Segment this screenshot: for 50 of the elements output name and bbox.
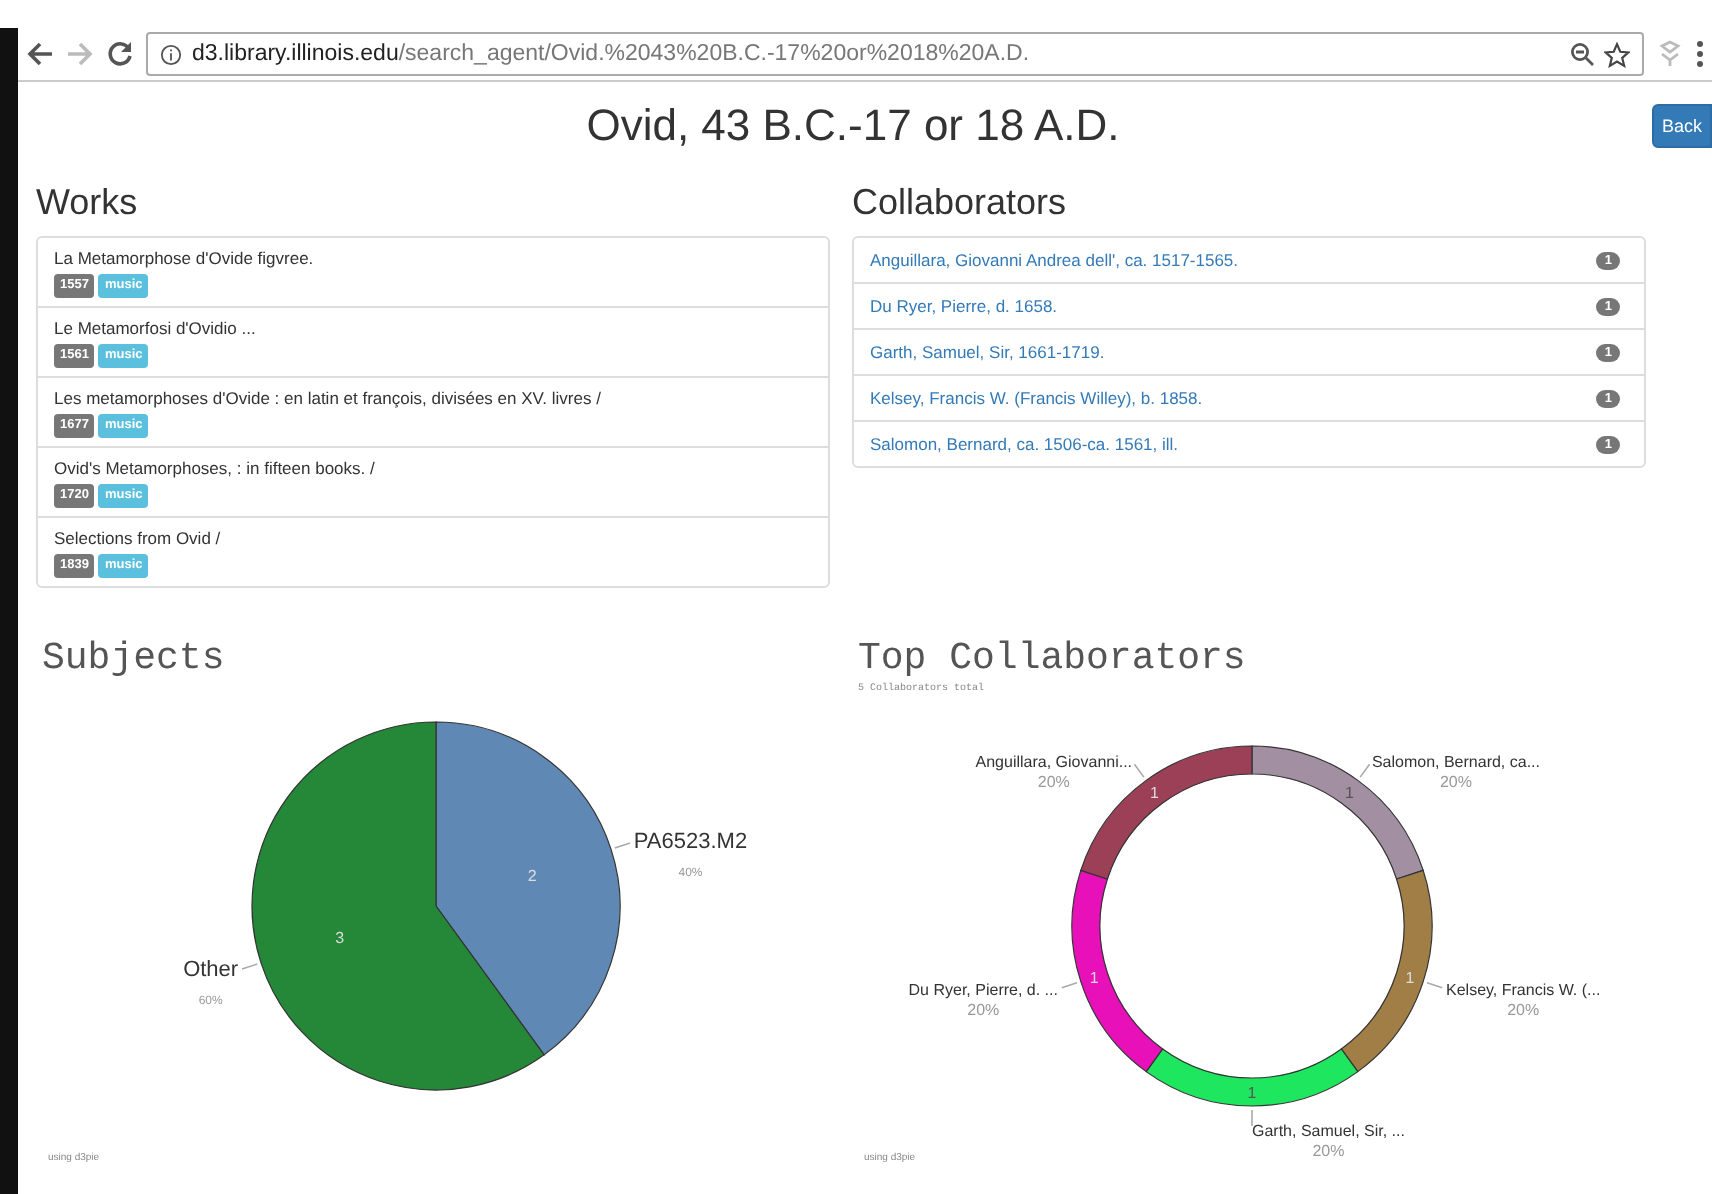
value-label: 1 — [1405, 969, 1415, 988]
slice-label: Salomon, Bernard, ca... — [1371, 752, 1540, 771]
chart-title: Top Collaborators — [858, 636, 1246, 680]
collaborator-link[interactable]: Salomon, Bernard, ca. 1506-ca. 1561, ill. — [870, 434, 1179, 454]
slice-label: Du Ryer, Pierre, d. ... — [908, 981, 1058, 1000]
work-title: Selections from Ovid / — [54, 528, 223, 548]
leader-line — [1359, 763, 1371, 778]
info-icon[interactable] — [160, 43, 182, 65]
percent-label: 20% — [1037, 772, 1070, 791]
chart-title: Subjects — [42, 636, 225, 680]
works-heading: Works — [36, 182, 140, 226]
collaborators-heading: Collaborators — [852, 182, 1069, 226]
work-title: Les metamorphoses d'Ovide : en latin et françois, divisées en XV. livres / — [54, 388, 603, 408]
menu-icon[interactable] — [1696, 40, 1704, 68]
value-label: 1 — [1089, 969, 1099, 988]
star-icon[interactable] — [1604, 41, 1630, 67]
zoom-icon[interactable] — [1570, 42, 1594, 66]
work-title: Ovid's Metamorphoses, : in fifteen books. / — [54, 458, 377, 478]
work-title: La Metamorphose d'Ovide figvree. — [54, 248, 316, 268]
reload-icon[interactable] — [106, 40, 134, 68]
value-label: 3 — [335, 929, 345, 948]
slice-label: Garth, Samuel, Sir, ... — [1252, 1122, 1405, 1140]
collaborator-link[interactable]: Anguillara, Giovanni Andrea dell', ca. 1517-1565. — [870, 250, 1239, 270]
back-arrow-icon[interactable] — [26, 40, 54, 68]
percent-label: 20% — [1507, 1001, 1540, 1020]
work-title: Le Metamorfosi d'Ovidio ... — [54, 318, 258, 338]
collaborator-link[interactable]: Garth, Samuel, Sir, 1661-1719. — [870, 342, 1105, 362]
value-label: 1 — [1247, 1084, 1257, 1102]
leader-line — [1061, 982, 1078, 989]
percent-label: 20% — [967, 1001, 1000, 1020]
leader-line — [241, 963, 258, 970]
leader-line — [1251, 1109, 1253, 1127]
leader-line — [614, 842, 631, 849]
value-label: 2 — [527, 866, 537, 885]
leader-line — [1133, 763, 1145, 778]
collaborator-link[interactable]: Du Ryer, Pierre, d. 1658. — [870, 296, 1058, 316]
page-title: Ovid, 43 B.C.-17 or 18 A.D. — [586, 100, 1120, 152]
collaborator-link[interactable]: Kelsey, Francis W. (Francis Willey), b. 1858. — [870, 388, 1203, 408]
slice-label: PA6523.M2 — [633, 829, 748, 854]
value-label: 1 — [1149, 783, 1159, 802]
slice-label: Anguillara, Giovanni... — [975, 752, 1133, 771]
leader-line — [1426, 982, 1443, 989]
percent-label: 20% — [1439, 772, 1472, 791]
percent-label: 20% — [1312, 1142, 1345, 1160]
value-label: 1 — [1345, 783, 1355, 802]
back-button[interactable]: Back — [1651, 104, 1712, 148]
url-text: d3.library.illinois.edu/search_agent/Ovid.%2043%20B.C.-17%20or%2018%20A.D. — [192, 42, 1030, 66]
slice-label: Kelsey, Francis W. (... — [1446, 981, 1601, 1000]
slice-label: Other — [183, 958, 239, 983]
address-bar[interactable]: d3.library.illinois.edu/search_agent/Ovid.%2043%20B.C.-17%20or%2018%20A.D. — [146, 32, 1644, 76]
